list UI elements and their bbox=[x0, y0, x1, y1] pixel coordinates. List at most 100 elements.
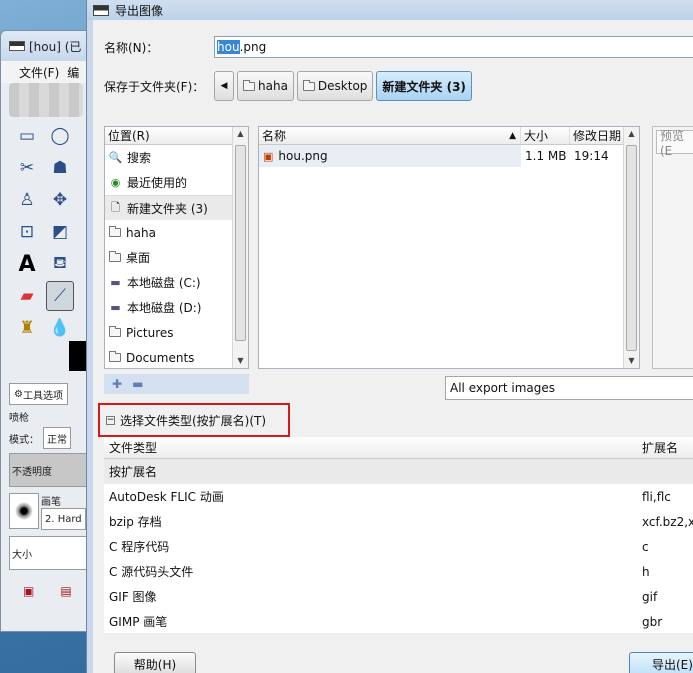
table-row[interactable]: C 程序代码 c bbox=[104, 534, 693, 559]
column-header-extension[interactable]: 扩展名 bbox=[637, 437, 678, 458]
file-type-cell: GIMP 画笔 bbox=[109, 615, 168, 629]
add-bookmark-icon[interactable]: ✚ bbox=[112, 377, 122, 391]
scroll-up-icon[interactable]: ▲ bbox=[233, 127, 248, 141]
breadcrumb-desktop[interactable]: Desktop bbox=[296, 71, 374, 101]
table-row[interactable]: GIMP 画笔 gbr bbox=[104, 609, 693, 633]
text-tool-icon[interactable]: A bbox=[13, 249, 41, 279]
export-button[interactable]: 导出(E) bbox=[629, 652, 693, 673]
chevron-left-icon: ◀ bbox=[220, 81, 228, 91]
column-header-size[interactable]: 大小 bbox=[521, 127, 570, 144]
column-header-file-type[interactable]: 文件类型 bbox=[104, 437, 637, 458]
move-tool-icon[interactable]: ✥ bbox=[46, 185, 74, 215]
crop-tool-icon[interactable]: ⊡ bbox=[13, 217, 41, 247]
column-header-name[interactable]: 名称 ▲ bbox=[259, 127, 521, 144]
breadcrumb-current-folder[interactable]: 新建文件夹 (3) bbox=[376, 71, 472, 101]
extension-cell: gif bbox=[642, 589, 658, 604]
dialog-titlebar[interactable]: 导出图像 bbox=[87, 0, 693, 20]
place-item-desktop[interactable]: 桌面 bbox=[105, 245, 248, 270]
bucket-fill-tool-icon[interactable]: ⛾ bbox=[46, 249, 74, 279]
save-options-icon[interactable]: ▣ bbox=[23, 584, 34, 598]
tool-name: 喷枪 bbox=[9, 412, 29, 424]
places-scrollbar[interactable]: ▲ ▼ bbox=[232, 127, 248, 368]
file-row[interactable]: ▣ hou.png 1.1 MB 19:14 bbox=[259, 145, 639, 167]
tool-options-icon: ⚙ bbox=[14, 388, 23, 400]
fuzzy-select-tool-icon[interactable]: ♙ bbox=[13, 185, 41, 215]
foreground-select-tool-icon[interactable]: ☗ bbox=[46, 153, 74, 183]
folder-icon bbox=[109, 226, 121, 237]
tool-options-tab-label: 工具选项 bbox=[22, 390, 63, 402]
place-item-haha[interactable]: haha bbox=[105, 220, 248, 245]
scrollbar-thumb[interactable] bbox=[235, 145, 246, 341]
gimp-banner bbox=[9, 83, 83, 117]
place-label: 桌面 bbox=[126, 251, 151, 265]
file-date: 19:14 bbox=[574, 149, 609, 163]
file-type-cell: C 源代码头文件 bbox=[109, 565, 194, 579]
scrollbar-thumb[interactable] bbox=[626, 145, 637, 351]
mode-select[interactable]: 正常 bbox=[43, 427, 71, 449]
place-item-drive-c[interactable]: ▬ 本地磁盘 (C:) bbox=[105, 270, 248, 295]
place-item-new-folder-3[interactable]: 🗋 新建文件夹 (3) bbox=[105, 195, 248, 220]
rect-select-tool-icon[interactable]: ▭ bbox=[13, 121, 41, 151]
brush-preview[interactable] bbox=[9, 493, 39, 529]
place-item-recent[interactable]: ◉ 最近使用的 bbox=[105, 170, 248, 195]
place-item-documents[interactable]: Documents bbox=[105, 345, 248, 368]
scroll-down-icon[interactable]: ▼ bbox=[624, 354, 639, 368]
blur-tool-icon[interactable]: 💧 bbox=[46, 313, 74, 343]
name-row: 名称(N)： hou .png bbox=[104, 36, 693, 58]
breadcrumb-label: haha bbox=[258, 79, 288, 93]
files-scrollbar[interactable]: ▲ ▼ bbox=[623, 127, 639, 368]
drive-icon: ▬ bbox=[110, 276, 121, 289]
file-filter-select[interactable]: All export images bbox=[445, 376, 693, 400]
table-row[interactable]: GIF 图像 gif bbox=[104, 584, 693, 609]
opacity-label: 不透明度 bbox=[12, 466, 52, 478]
ellipse-select-tool-icon[interactable]: ◯ bbox=[46, 121, 74, 151]
preview-button[interactable]: 预览(E bbox=[656, 129, 693, 158]
airbrush-tool-icon[interactable]: ⟋ bbox=[46, 281, 74, 311]
eraser-tool-icon[interactable]: ▰ bbox=[13, 281, 41, 311]
menu-file[interactable]: 文件(F) bbox=[19, 64, 59, 81]
column-name-label: 名称 bbox=[262, 129, 287, 143]
scroll-down-icon[interactable]: ▼ bbox=[233, 354, 248, 368]
menu-edit[interactable]: 编 bbox=[67, 64, 79, 81]
brush-name-field[interactable]: 2. Hard bbox=[41, 508, 86, 530]
help-button[interactable]: 帮助(H) bbox=[114, 652, 196, 673]
file-filter-value: All export images bbox=[450, 381, 556, 395]
remove-bookmark-icon[interactable]: ▬ bbox=[132, 377, 143, 391]
tool-grid: ▭ ◯ ᘐ ✂ ☗ ✎ ♙ ✥ ⌕ ⊡ ◩ ⊞ A ⛾ ▥ ▰ ⟋ ✒ ♜ 💧 bbox=[1, 117, 101, 347]
opacity-slider[interactable]: 不透明度 bbox=[9, 453, 93, 487]
column-header-date[interactable]: 修改日期 bbox=[570, 127, 625, 144]
gimp-window-icon bbox=[93, 4, 109, 16]
scroll-up-icon[interactable]: ▲ bbox=[624, 127, 639, 141]
restore-options-icon[interactable]: ▤ bbox=[60, 584, 71, 598]
place-label: Documents bbox=[126, 350, 195, 365]
flip-tool-icon[interactable]: ◩ bbox=[46, 217, 74, 247]
file-type-cell: GIF 图像 bbox=[109, 590, 157, 604]
filename-selected-text: hou bbox=[217, 40, 240, 54]
clone-tool-icon[interactable]: ♜ bbox=[13, 313, 41, 343]
table-row[interactable]: AutoDesk FLIC 动画 fli,flc bbox=[104, 484, 693, 509]
tool-options-tab[interactable]: ⚙ 工具选项 bbox=[9, 383, 68, 405]
table-row[interactable]: C 源代码头文件 h bbox=[104, 559, 693, 584]
folder-icon bbox=[109, 351, 121, 362]
table-row[interactable]: bzip 存档 xcf.bz2,x bbox=[104, 509, 693, 534]
place-label: haha bbox=[126, 225, 156, 240]
filename-input[interactable]: hou .png bbox=[214, 36, 693, 58]
breadcrumb-back-button[interactable]: ◀ bbox=[214, 71, 234, 101]
place-item-drive-d[interactable]: ▬ 本地磁盘 (D:) bbox=[105, 295, 248, 320]
breadcrumb-haha[interactable]: haha bbox=[237, 71, 294, 101]
folder-icon bbox=[302, 79, 315, 91]
folder-row: 保存于文件夹(F)： ◀ haha Desktop 新建文件夹 (3) bbox=[104, 71, 475, 101]
places-header[interactable]: 位置(R) bbox=[105, 127, 248, 145]
place-item-search[interactable]: 🔍 搜索 bbox=[105, 145, 248, 170]
place-item-pictures[interactable]: Pictures bbox=[105, 320, 248, 345]
places-add-remove-bar: ✚ ▬ bbox=[104, 374, 249, 394]
gimp-window-icon bbox=[9, 41, 25, 51]
file-size: 1.1 MB bbox=[525, 149, 567, 163]
scissors-tool-icon[interactable]: ✂ bbox=[13, 153, 41, 183]
size-slider[interactable]: 大小 bbox=[9, 536, 93, 570]
file-type-expander[interactable]: − 选择文件类型(按扩展名)(T) bbox=[98, 403, 290, 437]
toolbox-titlebar[interactable]: [hou] (已 bbox=[1, 31, 91, 61]
table-row[interactable]: 按扩展名 bbox=[104, 459, 693, 484]
file-type-cell: 按扩展名 bbox=[109, 465, 158, 479]
extension-cell: h bbox=[642, 564, 650, 579]
